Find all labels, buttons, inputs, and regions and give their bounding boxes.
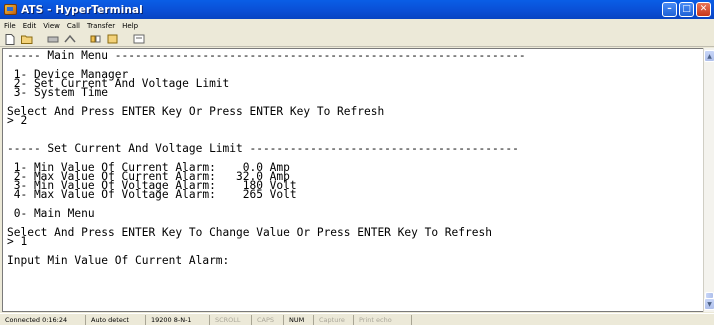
terminal-line: ----- Set Current And Voltage Limit ----… (7, 141, 519, 155)
title-bar[interactable]: ATS - HyperTerminal – □ ✕ (0, 0, 714, 19)
send-icon[interactable] (90, 34, 102, 45)
menu-transfer[interactable]: Transfer (87, 22, 115, 30)
terminal-window[interactable]: ----- Main Menu ------------------------… (2, 48, 704, 312)
maximize-button[interactable]: □ (679, 2, 694, 17)
status-capture: Capture (314, 314, 354, 325)
menu-call[interactable]: Call (67, 22, 80, 30)
status-scroll: SCROLL (210, 314, 252, 325)
connect-icon[interactable] (47, 34, 59, 45)
menu-file[interactable]: File (4, 22, 16, 30)
scroll-up-button[interactable]: ▲ (704, 50, 714, 62)
terminal-output[interactable]: ----- Main Menu ------------------------… (7, 49, 697, 309)
scroll-down-button[interactable]: ▼ (704, 298, 714, 310)
terminal-line: Input Min Value Of Current Alarm: (7, 253, 230, 267)
status-bar: Connected 0:16:24 Auto detect 19200 8-N-… (0, 313, 714, 325)
status-connected: Connected 0:16:24 (0, 314, 86, 325)
disconnect-icon[interactable] (64, 34, 76, 45)
terminal-line: 0- Main Menu (7, 207, 95, 221)
toolbar (0, 32, 714, 47)
status-detect: Auto detect (86, 314, 146, 325)
open-icon[interactable] (21, 34, 33, 45)
menu-help[interactable]: Help (122, 22, 138, 30)
vertical-scrollbar[interactable]: ▲ ▼ (703, 48, 714, 312)
terminal-line: Select And Press ENTER Key To Change Val… (7, 225, 492, 239)
hyperterminal-icon (4, 4, 17, 15)
terminal-line: ----- Main Menu ------------------------… (7, 49, 526, 62)
terminal-line: Select And Press ENTER Key Or Press ENTE… (7, 104, 385, 118)
menu-bar: File Edit View Call Transfer Help (0, 19, 714, 32)
receive-icon[interactable] (107, 34, 119, 45)
window-controls: – □ ✕ (662, 2, 711, 17)
minimize-button[interactable]: – (662, 2, 677, 17)
close-button[interactable]: ✕ (696, 2, 711, 17)
window-title: ATS - HyperTerminal (21, 3, 143, 16)
terminal-line: 4- Max Value Of Voltage Alarm: 265 Volt (7, 188, 297, 202)
status-print-echo: Print echo (354, 314, 412, 325)
terminal-line: 2- Set Current And Voltage Limit (7, 76, 230, 90)
status-settings: 19200 8-N-1 (146, 314, 210, 325)
menu-edit[interactable]: Edit (23, 22, 37, 30)
status-num: NUM (284, 314, 314, 325)
menu-view[interactable]: View (43, 22, 60, 30)
status-caps: CAPS (252, 314, 284, 325)
new-icon[interactable] (4, 33, 16, 45)
properties-icon[interactable] (133, 34, 145, 45)
